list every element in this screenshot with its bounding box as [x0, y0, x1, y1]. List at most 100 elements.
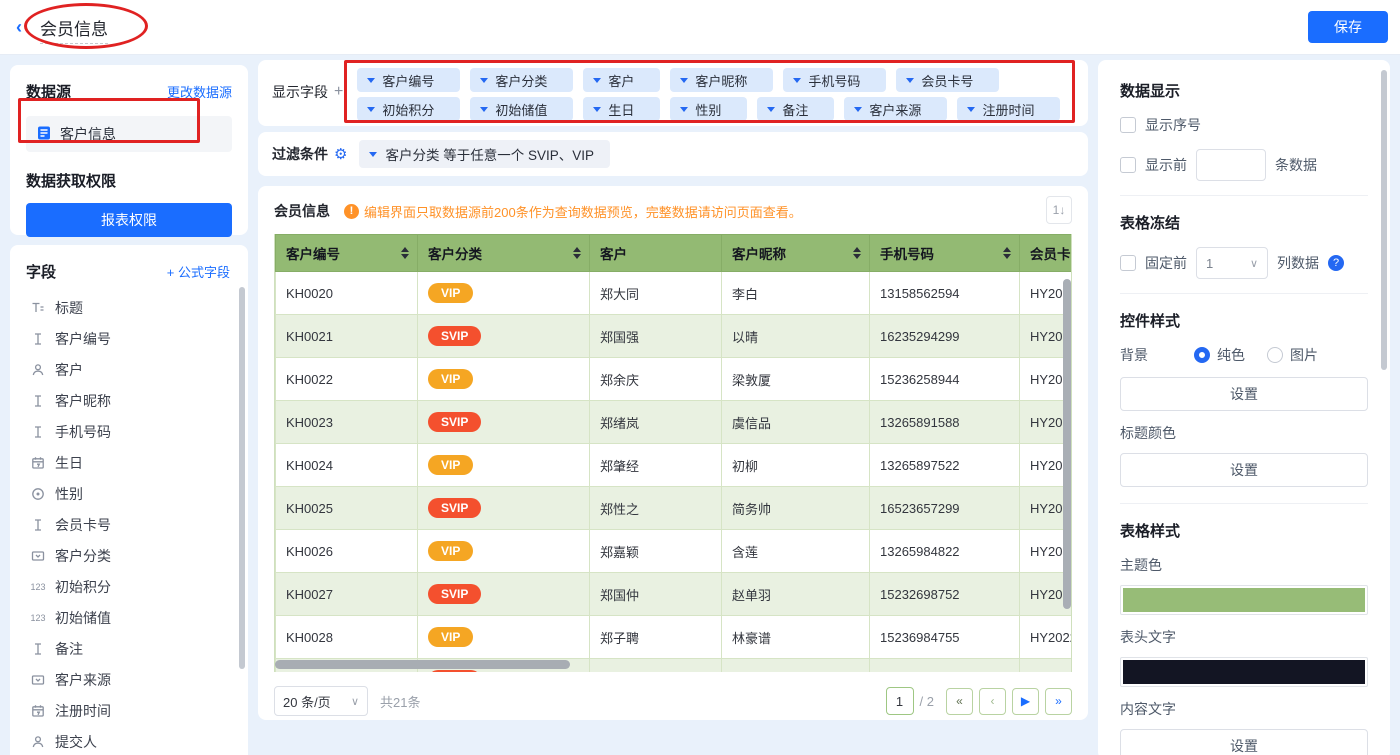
report-permission-button[interactable]: 报表权限: [26, 203, 232, 237]
display-field-chip[interactable]: 客户编号: [357, 68, 460, 92]
display-field-chip[interactable]: 注册时间: [957, 97, 1060, 121]
field-item[interactable]: 标题: [26, 292, 238, 323]
display-field-chip[interactable]: 客户来源: [844, 97, 947, 121]
back-chevron-icon[interactable]: ‹: [16, 17, 22, 38]
field-item[interactable]: 手机号码: [26, 416, 238, 447]
field-item[interactable]: 性别: [26, 478, 238, 509]
table-row[interactable]: KH0027SVIP郑国仲赵单羽15232698752HY2022: [276, 573, 1073, 616]
column-header[interactable]: 会员卡号: [1020, 235, 1073, 272]
table-cell: 郑性之: [590, 487, 722, 530]
display-field-chip[interactable]: 客户: [583, 68, 660, 92]
theme-color-swatch[interactable]: [1120, 585, 1368, 615]
show-first-count-input[interactable]: [1196, 149, 1266, 181]
solid-color-label: 纯色: [1217, 345, 1245, 365]
table-row[interactable]: KH0025SVIP郑性之简务帅16523657299HY2022: [276, 487, 1073, 530]
datasource-panel: 数据源 更改数据源 客户信息 数据获取权限 报表权限: [10, 65, 248, 235]
widget-style-heading: 控件样式: [1120, 310, 1368, 331]
field-item-label: 客户: [55, 360, 83, 380]
display-field-chip[interactable]: 初始储值: [470, 97, 573, 121]
form-doc-icon: [36, 125, 52, 144]
field-item[interactable]: 会员卡号: [26, 509, 238, 540]
save-button[interactable]: 保存: [1308, 11, 1388, 43]
add-display-field-icon[interactable]: +: [334, 83, 343, 101]
fields-scrollbar[interactable]: [239, 287, 245, 669]
column-header[interactable]: 客户编号: [276, 235, 418, 272]
show-index-label: 显示序号: [1145, 115, 1201, 135]
column-header[interactable]: 手机号码: [870, 235, 1020, 272]
last-page-button[interactable]: »: [1045, 688, 1072, 715]
freeze-checkbox[interactable]: [1120, 255, 1136, 271]
prev-page-button[interactable]: ‹: [979, 688, 1006, 715]
category-badge: VIP: [428, 541, 473, 561]
field-item[interactable]: 注册时间: [26, 695, 238, 726]
chip-label: 性别: [695, 100, 721, 119]
sort-arrows-icon[interactable]: [573, 247, 581, 259]
table-row[interactable]: KH0026VIP郑嘉颖含莲13265984822HY2022: [276, 530, 1073, 573]
page-size-select[interactable]: 20 条/页 ∨: [274, 686, 368, 716]
column-header[interactable]: 客户: [590, 235, 722, 272]
page-number-input[interactable]: [886, 687, 914, 715]
table-horizontal-scrollbar[interactable]: [275, 660, 570, 669]
field-item[interactable]: 123初始积分: [26, 571, 238, 602]
table-cell: [1020, 659, 1073, 673]
sort-arrows-icon[interactable]: [853, 247, 861, 259]
first-page-button[interactable]: «: [946, 688, 973, 715]
column-header[interactable]: 客户分类: [418, 235, 590, 272]
display-field-chip[interactable]: 会员卡号: [896, 68, 999, 92]
solid-color-radio[interactable]: [1194, 347, 1210, 363]
change-datasource-link[interactable]: 更改数据源: [167, 82, 232, 101]
field-item[interactable]: 客户来源: [26, 664, 238, 695]
table-row[interactable]: KH0024VIP郑肇经初柳13265897522HY2022: [276, 444, 1073, 487]
next-page-button[interactable]: ▶: [1012, 688, 1039, 715]
sort-arrows-icon[interactable]: [1003, 247, 1011, 259]
display-field-chip[interactable]: 性别: [670, 97, 747, 121]
table-cell: 16523657299: [870, 487, 1020, 530]
title-color-set-button[interactable]: 设置: [1120, 453, 1368, 487]
show-index-checkbox[interactable]: [1120, 117, 1136, 133]
display-field-chip[interactable]: 客户昵称: [670, 68, 773, 92]
image-radio[interactable]: [1267, 347, 1283, 363]
chevron-down-icon: [367, 78, 375, 83]
display-field-chip[interactable]: 手机号码: [783, 68, 886, 92]
display-field-chip[interactable]: 初始积分: [357, 97, 460, 121]
freeze-count-select[interactable]: 1 ∨: [1196, 247, 1268, 279]
table-vertical-scrollbar[interactable]: [1063, 279, 1071, 609]
chips-row-1: 客户编号客户分类客户客户昵称 手机号码 会员卡号: [357, 68, 1060, 92]
chip-label: 手机号码: [808, 71, 860, 90]
table-row[interactable]: KH0020VIP郑大同李白13158562594HY2023: [276, 272, 1073, 315]
table-cell: KH0023: [276, 401, 418, 444]
category-badge: VIP: [428, 369, 473, 389]
field-item[interactable]: 客户昵称: [26, 385, 238, 416]
field-item[interactable]: 123初始储值: [26, 602, 238, 633]
field-item[interactable]: 客户分类: [26, 540, 238, 571]
content-text-set-button[interactable]: 设置: [1120, 729, 1368, 755]
filter-gear-icon[interactable]: ⚙: [334, 145, 347, 163]
page-title[interactable]: 会员信息: [40, 15, 108, 44]
table-row[interactable]: KH0023SVIP郑绪岚虞信品13265891588HY2022: [276, 401, 1073, 444]
field-item[interactable]: 客户: [26, 354, 238, 385]
display-field-chip[interactable]: 备注: [757, 97, 834, 121]
column-header[interactable]: 客户昵称: [722, 235, 870, 272]
field-item[interactable]: 备注: [26, 633, 238, 664]
display-field-chip[interactable]: 客户分类: [470, 68, 573, 92]
category-badge: SVIP: [428, 498, 481, 518]
help-question-icon[interactable]: ?: [1328, 255, 1344, 271]
field-item[interactable]: 提交人: [26, 726, 238, 755]
background-set-button[interactable]: 设置: [1120, 377, 1368, 411]
datasource-item[interactable]: 客户信息: [26, 116, 232, 152]
display-field-chip[interactable]: 生日: [583, 97, 660, 121]
table-cell: 梁敦厦: [722, 358, 870, 401]
field-item[interactable]: 客户编号: [26, 323, 238, 354]
field-item[interactable]: 生日: [26, 447, 238, 478]
sort-arrows-icon[interactable]: [401, 247, 409, 259]
table-row[interactable]: KH0021SVIP郑国强以晴16235294299HY2022: [276, 315, 1073, 358]
add-formula-field-link[interactable]: + 公式字段: [167, 262, 230, 281]
show-first-checkbox[interactable]: [1120, 157, 1136, 173]
sort-tool-button[interactable]: 1↓: [1046, 196, 1072, 224]
filter-condition-chip[interactable]: 客户分类 等于任意一个 SVIP、VIP: [359, 140, 610, 168]
header-text-swatch[interactable]: [1120, 657, 1368, 687]
table-row[interactable]: KH0022VIP郑余庆梁敦厦15236258944HY2022: [276, 358, 1073, 401]
table-row[interactable]: KH0028VIP郑子聘林豪谱15236984755HY2022: [276, 616, 1073, 659]
select-icon: [30, 673, 46, 687]
settings-scrollbar[interactable]: [1381, 70, 1387, 370]
